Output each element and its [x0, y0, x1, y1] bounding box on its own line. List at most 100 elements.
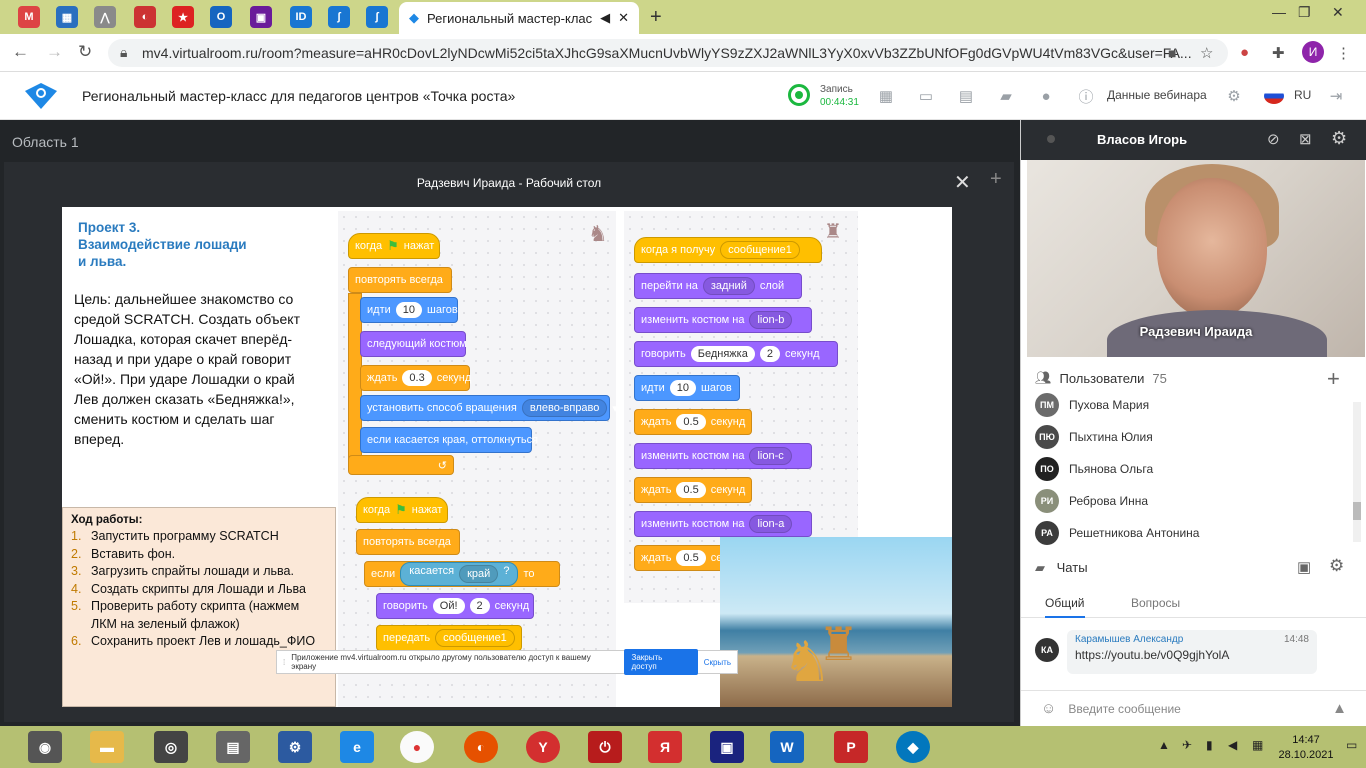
scroll-thumb[interactable] — [1353, 502, 1361, 520]
chat-window-icon[interactable]: ▣ — [1297, 558, 1311, 576]
yandex-browser-icon[interactable]: ◐ — [464, 731, 498, 763]
close-tab-icon[interactable]: ✕ — [618, 10, 629, 26]
camera-icon[interactable]: ■ — [1168, 45, 1176, 61]
lock-icon: 🔒︎ — [120, 44, 128, 60]
folder-icon[interactable]: ▰ — [996, 86, 1016, 106]
id-icon[interactable]: ID — [290, 6, 312, 28]
grid-icon[interactable]: ▦ — [876, 86, 896, 106]
mute-icon[interactable]: ◀ — [600, 10, 610, 26]
chat-settings-icon[interactable]: ⚙ — [1329, 556, 1344, 576]
chart-icon[interactable]: ⋀ — [94, 6, 116, 28]
close-desktop-icon[interactable]: ✕ — [954, 170, 971, 195]
work-steps: Ход работы: 1. Запустить программу SCRATC… — [62, 507, 336, 707]
info-icon[interactable]: ⓘ — [1076, 86, 1096, 106]
camera-off-icon[interactable]: ⊠ — [1299, 130, 1312, 148]
settings-app-icon[interactable]: ⚙ — [278, 731, 312, 763]
block-text: говорить — [641, 348, 686, 360]
language-selector[interactable]: RU — [1294, 88, 1311, 102]
star-icon[interactable]: ★ — [172, 6, 194, 28]
notifications-icon[interactable]: ▭ — [1346, 738, 1357, 752]
webinar-data-link[interactable]: Данные вебинара — [1107, 88, 1207, 102]
script-icon-2[interactable]: ʃ — [366, 6, 388, 28]
power-icon[interactable]: ⏻ — [588, 731, 622, 763]
gmail-icon[interactable]: M — [18, 6, 40, 28]
add-user-icon[interactable]: + — [1327, 366, 1340, 392]
yandex-icon[interactable]: Я — [648, 731, 682, 763]
active-browser-tab[interactable]: ◆ Региональный мастер-класс ◀ ✕ — [399, 2, 639, 34]
script-icon[interactable]: ʃ — [328, 6, 350, 28]
user-list-item[interactable]: ПО Пьянова Ольга — [1035, 454, 1153, 484]
reload-icon[interactable]: ↻ — [78, 42, 92, 62]
maximize-icon[interactable]: ❐ — [1298, 4, 1311, 21]
powerpoint-icon[interactable]: P — [834, 731, 868, 763]
video-settings-icon[interactable]: ⚙ — [1331, 128, 1347, 149]
extension-icon[interactable]: ● — [1240, 44, 1249, 61]
send-icon[interactable]: ▲ — [1332, 700, 1347, 717]
y-icon[interactable]: Y — [526, 731, 560, 763]
clock-date: 28.10.2021 — [1278, 749, 1334, 761]
doc-app-icon[interactable]: ▤ — [216, 731, 250, 763]
exit-icon[interactable]: ⇥ — [1326, 86, 1346, 106]
media-icon[interactable]: ◐ — [134, 6, 156, 28]
block-text: шагов — [427, 304, 458, 316]
user-name: Пьянова Ольга — [1069, 462, 1154, 476]
bookmark-star-icon[interactable]: ☆ — [1200, 44, 1213, 62]
document-icon[interactable]: ▣ — [250, 6, 272, 28]
russia-flag-icon[interactable] — [1264, 88, 1284, 104]
settings-icon[interactable]: ⚙ — [1224, 86, 1244, 106]
back-icon[interactable]: ← — [12, 42, 29, 62]
user-list-scrollbar[interactable] — [1353, 402, 1361, 542]
user-list-item[interactable]: РА Решетникова Антонина — [1035, 518, 1199, 548]
chat-icon: ▰ — [1035, 560, 1045, 575]
message-link[interactable]: https://youtu.be/v0Q9gjhYolA — [1075, 648, 1309, 662]
floppy-icon[interactable]: ▣ — [710, 731, 744, 763]
user-list-item[interactable]: РИ Реброва Инна — [1035, 486, 1148, 516]
main-area: Область 1 Радзевич Ираида - Рабочий стол… — [0, 120, 1020, 726]
recording-label: Запись — [820, 84, 853, 95]
new-tab-icon[interactable]: + — [650, 6, 662, 29]
network-icon[interactable]: ✈ — [1182, 738, 1192, 752]
chat-input[interactable]: ☺ Введите сообщение ▲ — [1021, 690, 1366, 726]
minimize-icon[interactable]: — — [1272, 4, 1286, 20]
hide-notice-button[interactable]: Скрыть — [704, 658, 731, 667]
word-icon[interactable]: W — [770, 731, 804, 763]
recording-icon[interactable] — [788, 84, 810, 106]
lang-tray-icon[interactable]: ▦ — [1252, 738, 1263, 752]
start-icon[interactable]: ◉ — [28, 731, 62, 763]
close-access-button[interactable]: Закрыть доступ — [623, 649, 698, 675]
chrome-icon[interactable]: ● — [400, 731, 434, 763]
speaker-app-icon[interactable]: ◎ — [154, 731, 188, 763]
whiteboard-icon[interactable]: ▤ — [956, 86, 976, 106]
message-avatar: КА — [1035, 638, 1059, 662]
volume-icon[interactable]: ◀ — [1228, 738, 1237, 752]
close-window-icon[interactable]: ✕ — [1332, 4, 1344, 21]
presentation-slide: Проект 3. Взаимодействие лошади и льва. … — [62, 207, 952, 707]
menu-icon[interactable]: ⋮ — [1336, 44, 1351, 62]
user-list-item[interactable]: ПМ Пухова Мария — [1035, 390, 1149, 420]
clock[interactable]: 14:47 28.10.2021 — [1276, 733, 1336, 763]
user-list-item[interactable]: ПЮ Пыхтина Юлия — [1035, 422, 1153, 452]
add-area-icon[interactable]: + — [990, 168, 1002, 191]
speaker-header-name: Власов Игорь — [1097, 132, 1188, 147]
battery-icon[interactable]: ▮ — [1206, 738, 1213, 752]
puzzle-icon[interactable]: ✚ — [1272, 44, 1285, 62]
virtualroom-app-icon[interactable]: ◆ — [896, 731, 930, 763]
profile-avatar[interactable]: И — [1302, 41, 1324, 63]
app-grid-icon[interactable]: ▦ — [56, 6, 78, 28]
screen-share-icon[interactable]: ▭ — [916, 86, 936, 106]
tray-up-icon[interactable]: ▲ — [1158, 738, 1170, 752]
ie-icon[interactable]: e — [340, 731, 374, 763]
outlook-icon[interactable]: O — [210, 6, 232, 28]
forward-icon[interactable]: → — [46, 42, 63, 62]
tab-questions[interactable]: Вопросы — [1131, 596, 1180, 610]
step-number: 6. — [71, 634, 82, 648]
tab-general[interactable]: Общий — [1045, 596, 1085, 618]
step-number: 4. — [71, 581, 82, 596]
users-icon[interactable]: ● — [1036, 86, 1056, 106]
mic-off-icon[interactable]: ⊘ — [1267, 130, 1280, 148]
block-value: 0.3 — [402, 370, 432, 386]
explorer-icon[interactable]: ▬ — [90, 731, 124, 763]
emoji-icon[interactable]: ☺ — [1041, 700, 1056, 717]
url-field[interactable]: 🔒︎ mv4.virtualroom.ru/room?measure=aHR0c… — [108, 39, 1228, 67]
speaker-video[interactable]: Радзевич Ираида — [1027, 160, 1365, 357]
